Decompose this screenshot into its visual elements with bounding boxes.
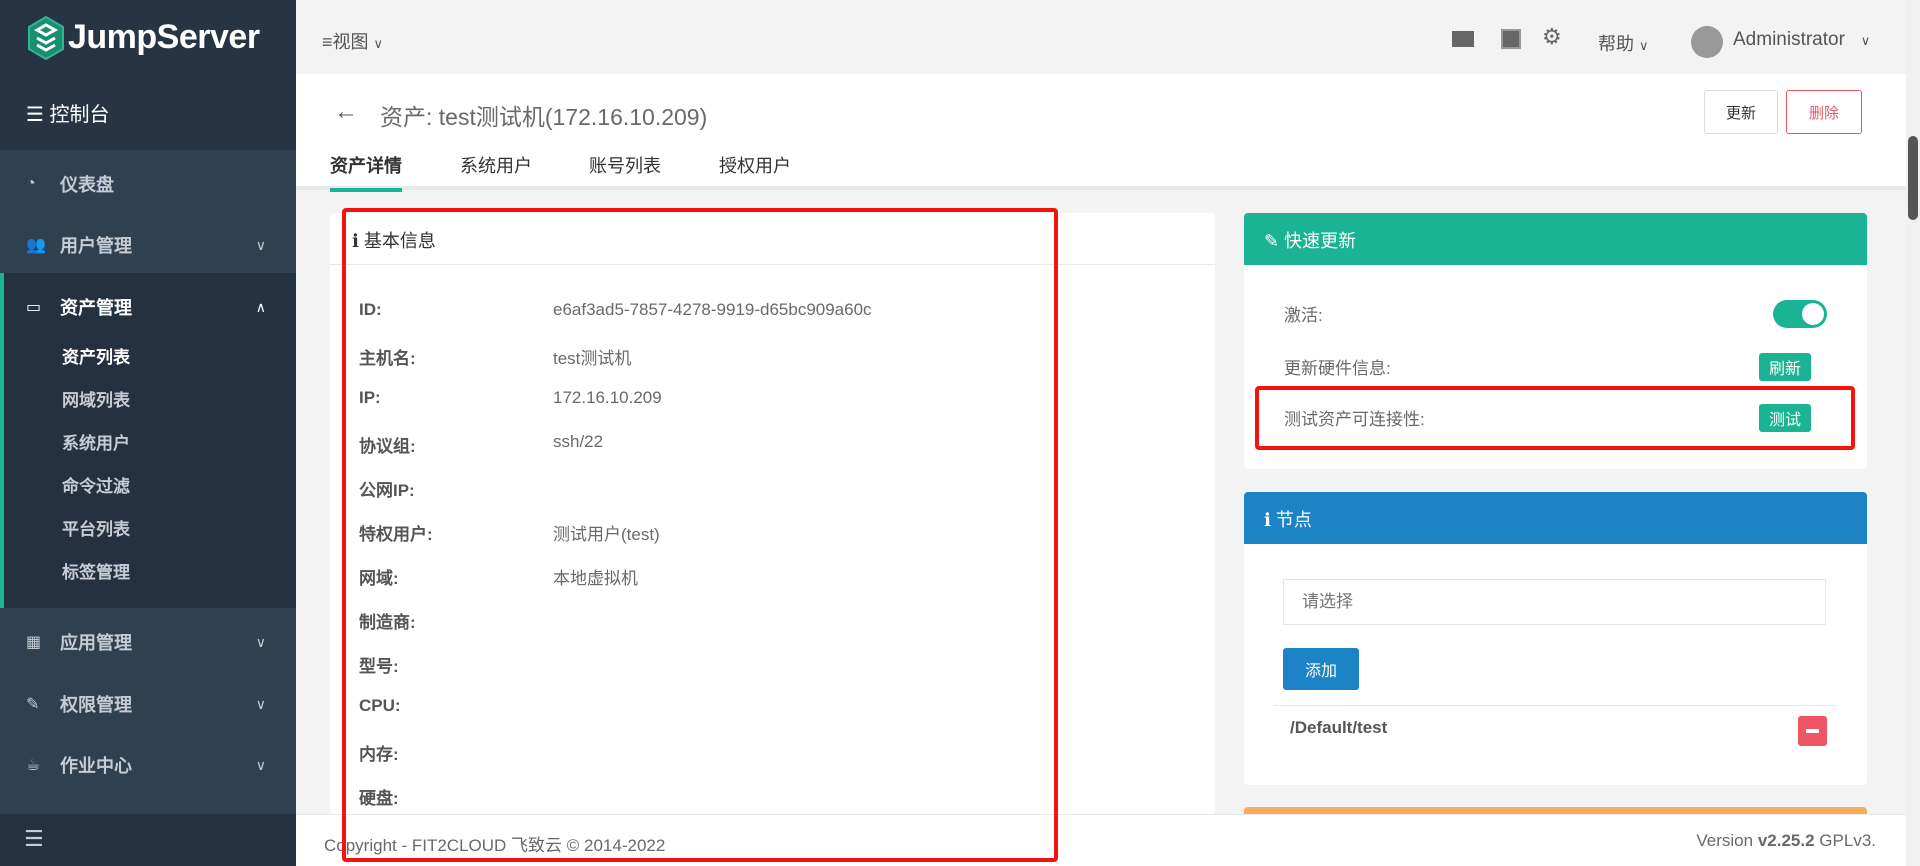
console-label: 控制台 xyxy=(49,104,110,126)
sidebar-item-permissions[interactable]: ✎ 权限管理 ∨ xyxy=(0,682,296,726)
dashboard-icon: ◔ xyxy=(26,175,36,192)
nav-label: 应用管理 xyxy=(60,633,132,653)
submenu-domain-list[interactable]: 网域列表 xyxy=(62,386,130,411)
minus-icon xyxy=(1806,729,1819,733)
gear-icon[interactable]: ⚙ xyxy=(1542,24,1562,50)
version-prefix: Version xyxy=(1696,831,1754,850)
chevron-down-icon: ∨ xyxy=(255,236,266,253)
logo-area: JumpServer ☰ 控制台 xyxy=(0,0,296,150)
license: GPLv3. xyxy=(1819,831,1876,850)
delete-button[interactable]: 删除 xyxy=(1786,90,1862,134)
add-node-button[interactable]: 添加 xyxy=(1283,648,1359,690)
inbox-icon: ▭ xyxy=(26,299,42,316)
submenu-label-management[interactable]: 标签管理 xyxy=(62,558,130,583)
highlight-box-basic-info xyxy=(342,208,1058,862)
submenu-platform-list[interactable]: 平台列表 xyxy=(62,515,130,540)
hardware-label: 更新硬件信息: xyxy=(1284,359,1391,378)
nodes-card: ℹ 节点 添加 /Default/test xyxy=(1244,492,1867,785)
nav-label: 仪表盘 xyxy=(60,175,114,195)
user-name: Administrator xyxy=(1733,29,1845,50)
chevron-up-icon: ∧ xyxy=(255,298,266,315)
nodes-title: 节点 xyxy=(1275,510,1312,530)
sidebar-collapse-bar: ☰ xyxy=(0,814,296,866)
chevron-down-icon: ∨ xyxy=(1639,38,1649,53)
quick-update-header: ✎ 快速更新 xyxy=(1244,213,1867,265)
page-header: ← 资产: test测试机(172.16.10.209) 更新 删除 xyxy=(296,74,1906,190)
menu-icon: ≡ xyxy=(322,32,333,52)
chevron-down-icon: ∨ xyxy=(255,633,266,650)
nav-label: 权限管理 xyxy=(60,695,132,715)
chevron-down-icon: ∨ xyxy=(255,695,266,712)
active-label: 激活: xyxy=(1284,306,1323,325)
help-label: 帮助 xyxy=(1598,34,1634,54)
chevron-down-icon: ∨ xyxy=(255,756,266,773)
edit-icon: ✎ xyxy=(26,696,40,713)
nav-label: 用户管理 xyxy=(60,236,132,256)
info-icon: ℹ xyxy=(1264,510,1271,530)
view-menu[interactable]: ≡视图 ∨ xyxy=(322,28,383,54)
refresh-hardware-button[interactable]: 刷新 xyxy=(1759,353,1812,381)
top-navbar: ≡视图 ∨ ⚙ 帮助 ∨ Administrator ∨ xyxy=(296,0,1906,74)
sidebar-item-users[interactable]: 👥 用户管理 ∨ xyxy=(0,223,296,267)
chevron-down-icon: ∨ xyxy=(373,36,384,51)
tab-system-users[interactable]: 系统用户 xyxy=(460,152,532,178)
avatar[interactable] xyxy=(1691,26,1723,58)
node-path: /Default/test xyxy=(1290,718,1388,737)
brand-name: JumpServer xyxy=(68,18,260,56)
tab-account-list[interactable]: 账号列表 xyxy=(589,152,661,178)
help-menu[interactable]: 帮助 ∨ xyxy=(1598,30,1649,56)
version-info: Version v2.25.2 GPLv3. xyxy=(1696,831,1876,851)
user-menu[interactable]: Administrator ∨ xyxy=(1733,29,1870,51)
sidebar-item-jobs[interactable]: ☕ 作业中心 ∨ xyxy=(0,743,296,787)
sliders-icon: ☰ xyxy=(26,104,50,126)
scrollbar-thumb[interactable] xyxy=(1908,136,1918,220)
highlight-box-connectivity xyxy=(1255,386,1855,450)
console-link[interactable]: ☰ 控制台 xyxy=(26,98,110,127)
assets-submenu: ▭ 资产管理 ∧ 资产列表 网域列表 系统用户 命令过滤 平台列表 标签管理 xyxy=(0,273,296,608)
submenu-system-users[interactable]: 系统用户 xyxy=(62,429,130,454)
coffee-icon: ☕ xyxy=(26,757,41,774)
view-label: 视图 xyxy=(332,32,369,52)
divider xyxy=(1274,705,1837,706)
nodes-header: ℹ 节点 xyxy=(1244,492,1867,544)
users-icon: 👥 xyxy=(26,237,46,254)
mail-icon[interactable] xyxy=(1452,31,1474,47)
nav-label: 作业中心 xyxy=(60,756,132,776)
grid-icon: ▦ xyxy=(26,634,42,651)
jumpserver-logo-icon xyxy=(28,16,64,60)
terminal-icon[interactable] xyxy=(1501,29,1521,49)
update-button[interactable]: 更新 xyxy=(1704,90,1778,134)
tab-asset-detail[interactable]: 资产详情 xyxy=(330,152,402,192)
tab-authorized-users[interactable]: 授权用户 xyxy=(719,152,791,178)
chevron-down-icon: ∨ xyxy=(1860,33,1871,48)
node-select-input[interactable] xyxy=(1283,579,1826,625)
version-number: v2.25.2 xyxy=(1757,831,1815,850)
active-toggle[interactable] xyxy=(1773,300,1827,328)
submenu-command-filter[interactable]: 命令过滤 xyxy=(62,472,130,497)
page-title: 资产: test测试机(172.16.10.209) xyxy=(380,104,708,130)
back-arrow-icon[interactable]: ← xyxy=(334,98,358,126)
scrollbar[interactable] xyxy=(1906,0,1920,866)
sidebar-item-assets[interactable]: ▭ 资产管理 ∧ xyxy=(0,285,296,329)
collapse-menu-icon[interactable]: ☰ xyxy=(24,826,44,852)
sidebar: JumpServer ☰ 控制台 ◔ 仪表盘 👥 用户管理 ∨ ▭ 资产管理 ∧ 资产列表… xyxy=(0,0,296,866)
sidebar-item-dashboard[interactable]: ◔ 仪表盘 xyxy=(0,162,296,206)
remove-node-button[interactable] xyxy=(1798,716,1827,746)
nav-label: 资产管理 xyxy=(60,298,132,318)
edit-icon: ✎ xyxy=(1264,231,1280,251)
submenu-asset-list[interactable]: 资产列表 xyxy=(62,343,130,368)
quick-update-title: 快速更新 xyxy=(1284,231,1357,251)
sidebar-item-applications[interactable]: ▦ 应用管理 ∨ xyxy=(0,620,296,664)
